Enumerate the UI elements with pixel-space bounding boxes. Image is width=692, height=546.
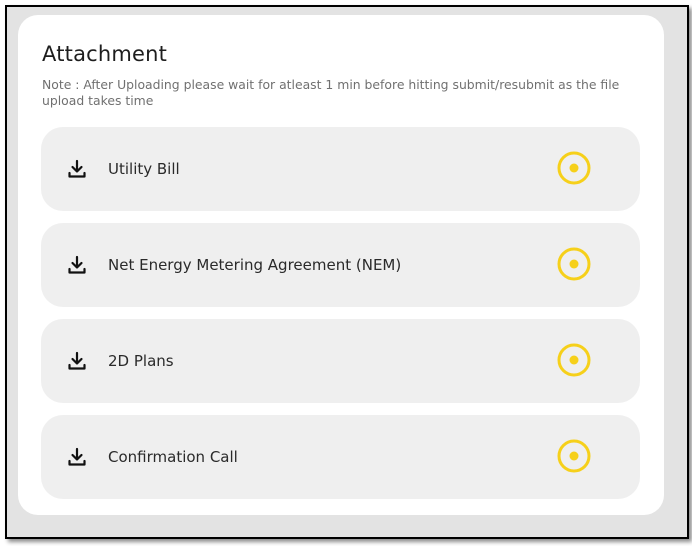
- attachment-item-nem[interactable]: Net Energy Metering Agreement (NEM): [41, 223, 640, 307]
- pending-radio-icon[interactable]: [556, 342, 592, 378]
- pending-radio-icon[interactable]: [556, 246, 592, 282]
- attachment-label: Utility Bill: [108, 160, 180, 178]
- download-icon[interactable]: [67, 159, 87, 179]
- attachment-label: Confirmation Call: [108, 448, 238, 466]
- attachment-label: 2D Plans: [108, 352, 174, 370]
- screenshot-frame: Attachment Note : After Uploading please…: [5, 5, 689, 539]
- download-icon[interactable]: [67, 351, 87, 371]
- attachment-panel: Attachment Note : After Uploading please…: [18, 15, 664, 515]
- attachment-item-2d-plans[interactable]: 2D Plans: [41, 319, 640, 403]
- upload-note: Note : After Uploading please wait for a…: [42, 77, 620, 108]
- attachment-label: Net Energy Metering Agreement (NEM): [108, 256, 402, 274]
- pending-radio-icon[interactable]: [556, 150, 592, 186]
- download-icon[interactable]: [67, 255, 87, 275]
- pending-radio-icon[interactable]: [556, 438, 592, 474]
- attachment-item-utility-bill[interactable]: Utility Bill: [41, 127, 640, 211]
- attachment-item-confirmation-call[interactable]: Confirmation Call: [41, 415, 640, 499]
- panel-title: Attachment: [42, 42, 168, 66]
- download-icon[interactable]: [67, 447, 87, 467]
